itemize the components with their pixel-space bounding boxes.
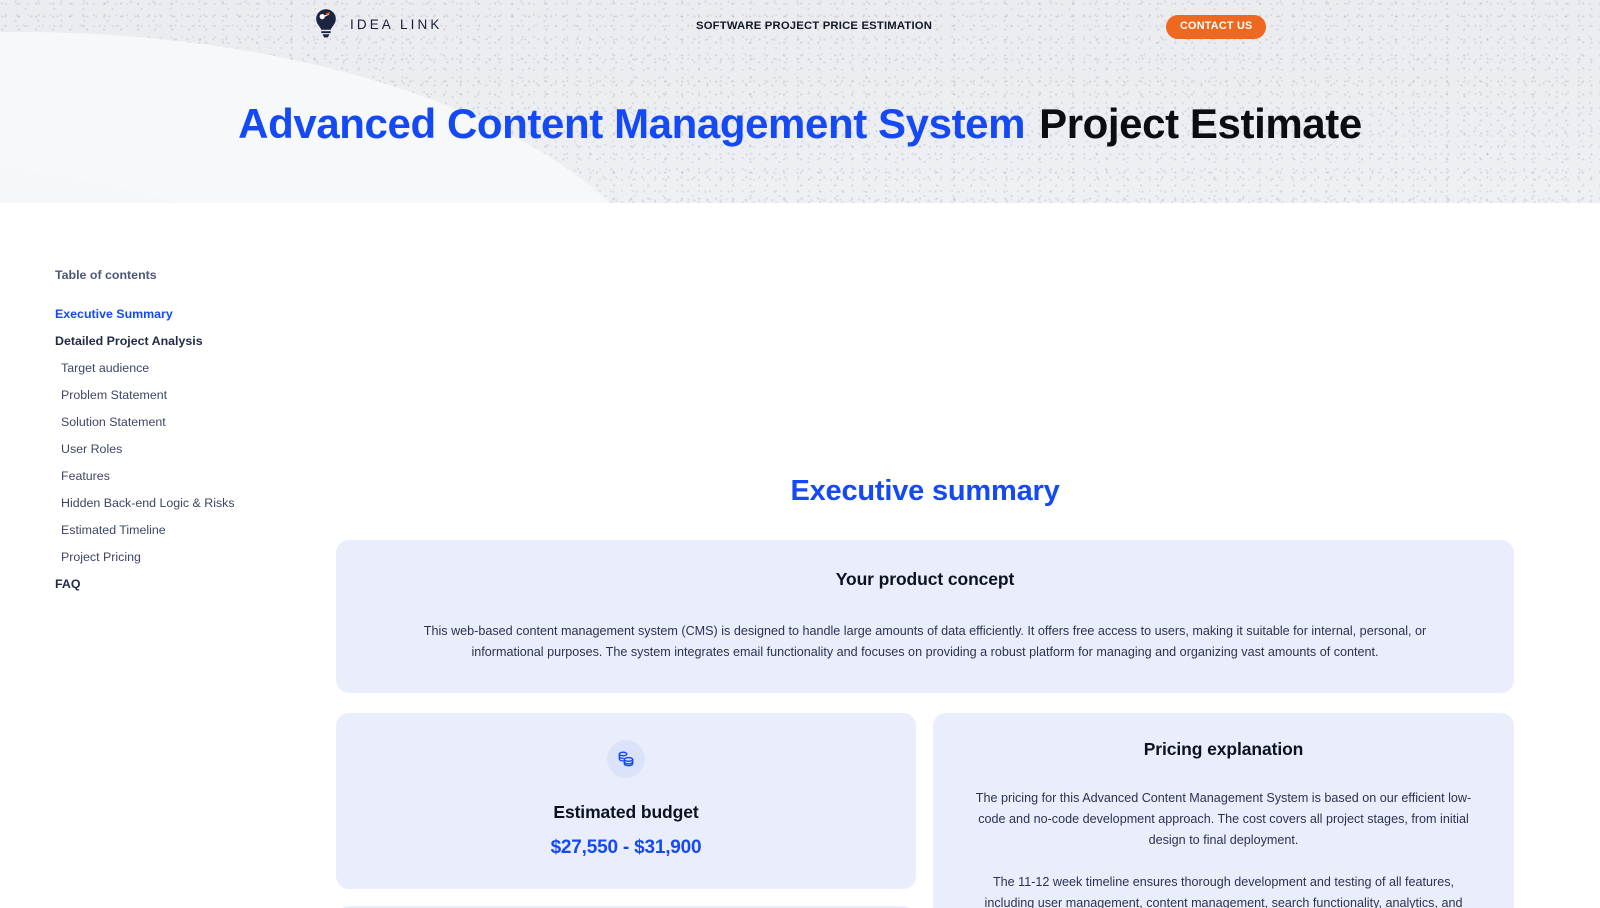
summary-right-column: Pricing explanation The pricing for this… — [933, 713, 1514, 908]
coins-icon — [607, 740, 645, 778]
pricing-explanation-card: Pricing explanation The pricing for this… — [933, 713, 1514, 908]
product-concept-card: Your product concept This web-based cont… — [336, 540, 1514, 693]
toc-item-executive-summary[interactable]: Executive Summary — [55, 300, 305, 327]
pricing-paragraph-2: The 11-12 week timeline ensures thorough… — [984, 875, 1463, 908]
hero-curve-decoration-secondary — [0, 150, 400, 203]
estimated-budget-card: Estimated budget $27,550 - $31,900 — [336, 713, 916, 889]
page-title-suffix: Project Estimate — [1039, 100, 1362, 147]
summary-grid: Estimated budget $27,550 - $31,900 Total… — [336, 713, 1514, 908]
pricing-paragraph-1: The pricing for this Advanced Content Ma… — [975, 791, 1472, 847]
toc-item-problem-statement[interactable]: Problem Statement — [55, 381, 305, 408]
toc-heading: Table of contents — [55, 268, 157, 282]
main-content: Executive summary Your product concept T… — [336, 203, 1514, 908]
toc-item-target-audience[interactable]: Target audience — [55, 354, 305, 381]
top-navigation-bar: IDEA LINK SOFTWARE PROJECT PRICE ESTIMAT… — [0, 0, 1600, 54]
pricing-explanation-title: Pricing explanation — [1143, 739, 1304, 759]
pricing-explanation-body: The pricing for this Advanced Content Ma… — [967, 788, 1480, 908]
toc-item-faq[interactable]: FAQ — [55, 570, 305, 597]
toc-item-detailed-project-analysis[interactable]: Detailed Project Analysis — [55, 327, 305, 354]
lightbulb-icon — [311, 8, 341, 40]
toc-item-solution-statement[interactable]: Solution Statement — [55, 408, 305, 435]
brand-logo[interactable]: IDEA LINK — [311, 8, 442, 40]
section-title: Executive summary — [790, 475, 1060, 507]
toc-item-estimated-timeline[interactable]: Estimated Timeline — [55, 516, 305, 543]
page-title-project-name: Advanced Content Management System — [238, 100, 1026, 147]
page-title: Advanced Content Management System Projec… — [0, 100, 1600, 148]
toc-item-hidden-backend-logic-risks[interactable]: Hidden Back-end Logic & Risks — [55, 489, 305, 516]
table-of-contents: Table of contents Executive Summary Deta… — [55, 268, 305, 597]
toc-item-project-pricing[interactable]: Project Pricing — [55, 543, 305, 570]
hero-section: IDEA LINK SOFTWARE PROJECT PRICE ESTIMAT… — [0, 0, 1600, 203]
summary-left-column: Estimated budget $27,550 - $31,900 Total… — [336, 713, 916, 908]
page-body: Table of contents Executive Summary Deta… — [0, 203, 1600, 908]
brand-name: IDEA LINK — [350, 16, 443, 32]
estimated-budget-value: $27,550 - $31,900 — [550, 837, 702, 858]
toc-item-features[interactable]: Features — [55, 462, 305, 489]
product-concept-title: Your product concept — [835, 569, 1015, 589]
toc-item-user-roles[interactable]: User Roles — [55, 435, 305, 462]
estimated-budget-label: Estimated budget — [553, 802, 699, 822]
toc-list: Executive Summary Detailed Project Analy… — [55, 300, 305, 597]
product-concept-text: This web-based content management system… — [423, 624, 1427, 659]
topbar-title: SOFTWARE PROJECT PRICE ESTIMATION — [696, 20, 933, 32]
contact-us-button[interactable]: CONTACT US — [1166, 15, 1267, 39]
